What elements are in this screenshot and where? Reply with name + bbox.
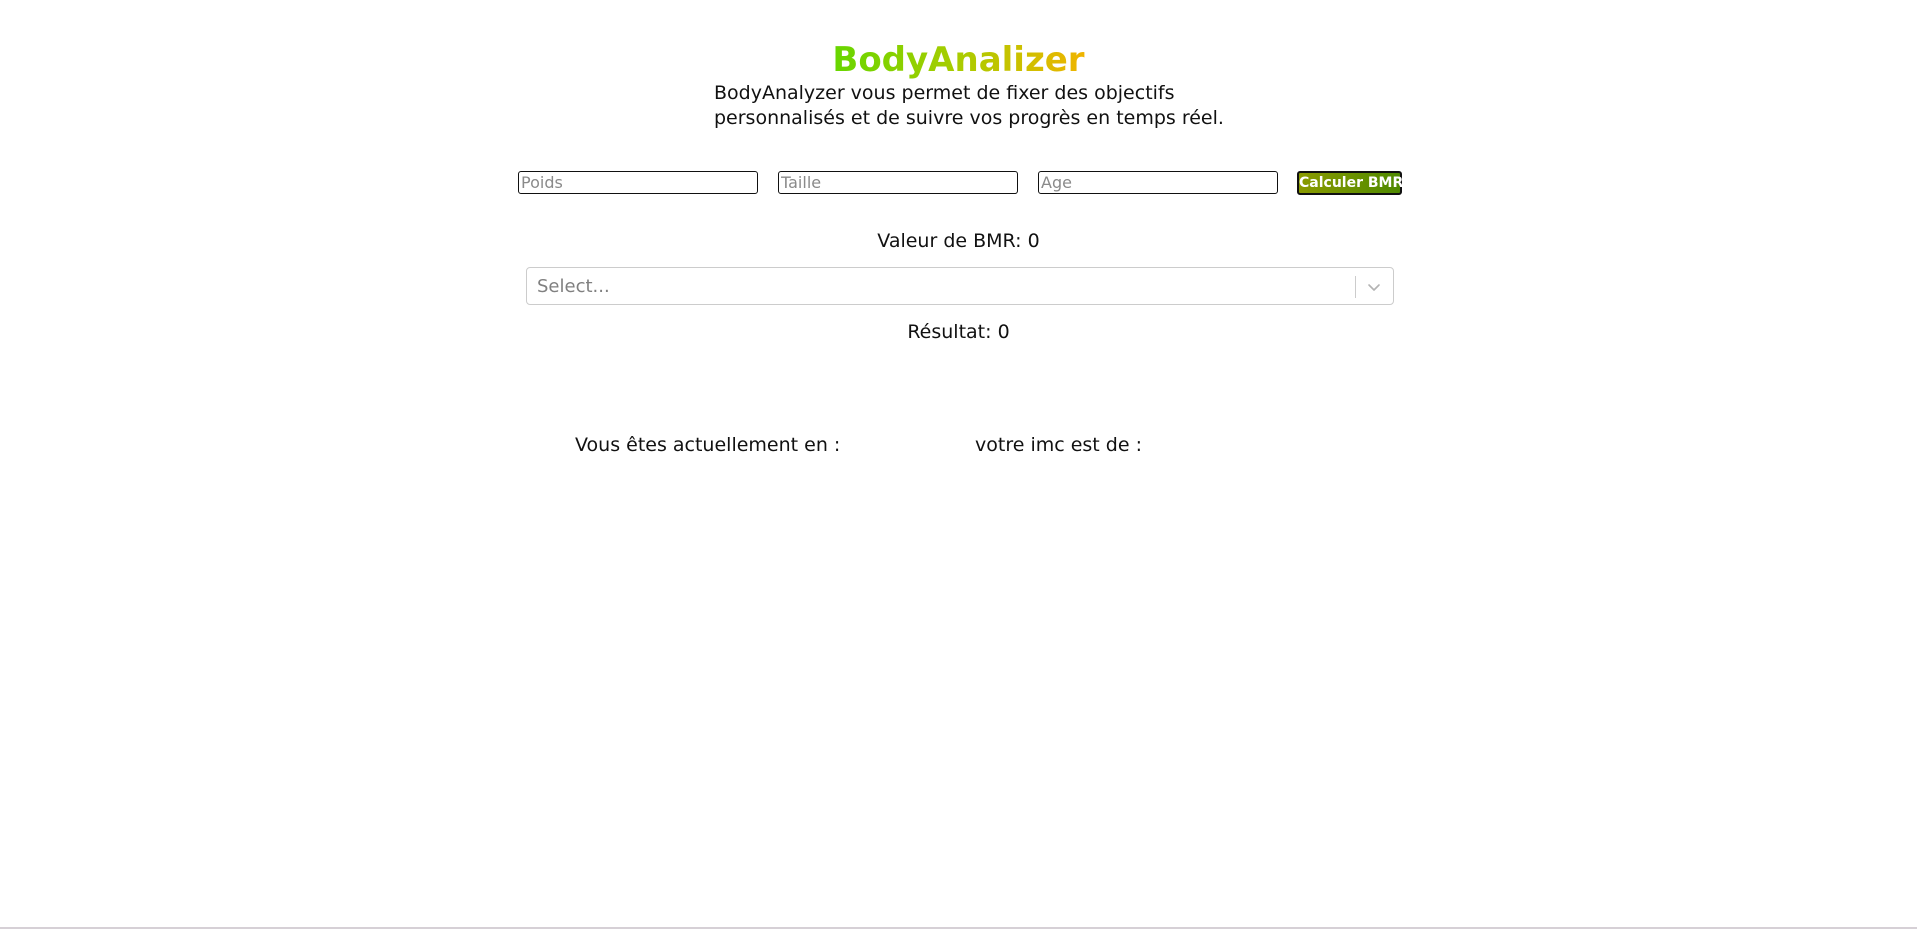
calculate-bmr-button[interactable]: Calculer BMR — [1297, 171, 1403, 195]
select-separator — [1355, 276, 1356, 298]
activity-select[interactable]: Select... — [526, 267, 1394, 305]
chevron-down-icon[interactable] — [1364, 277, 1384, 297]
header: BodyAnalizer — [0, 36, 1917, 84]
app-description: BodyAnalyzer vous permet de fixer des ob… — [714, 82, 1224, 129]
result-value: Résultat: 0 — [907, 321, 1010, 343]
height-input[interactable] — [778, 171, 1018, 194]
current-state-label: Vous êtes actuellement en : — [575, 434, 841, 456]
weight-input[interactable] — [518, 171, 758, 194]
select-placeholder: Select... — [537, 276, 610, 297]
page: BodyAnalizer BodyAnalyzer vous permet de… — [0, 0, 1917, 929]
app-title: BodyAnalizer — [832, 36, 1084, 84]
bmr-value: Valeur de BMR: 0 — [877, 230, 1040, 252]
imc-label: votre imc est de : — [975, 434, 1142, 456]
age-input[interactable] — [1038, 171, 1278, 194]
